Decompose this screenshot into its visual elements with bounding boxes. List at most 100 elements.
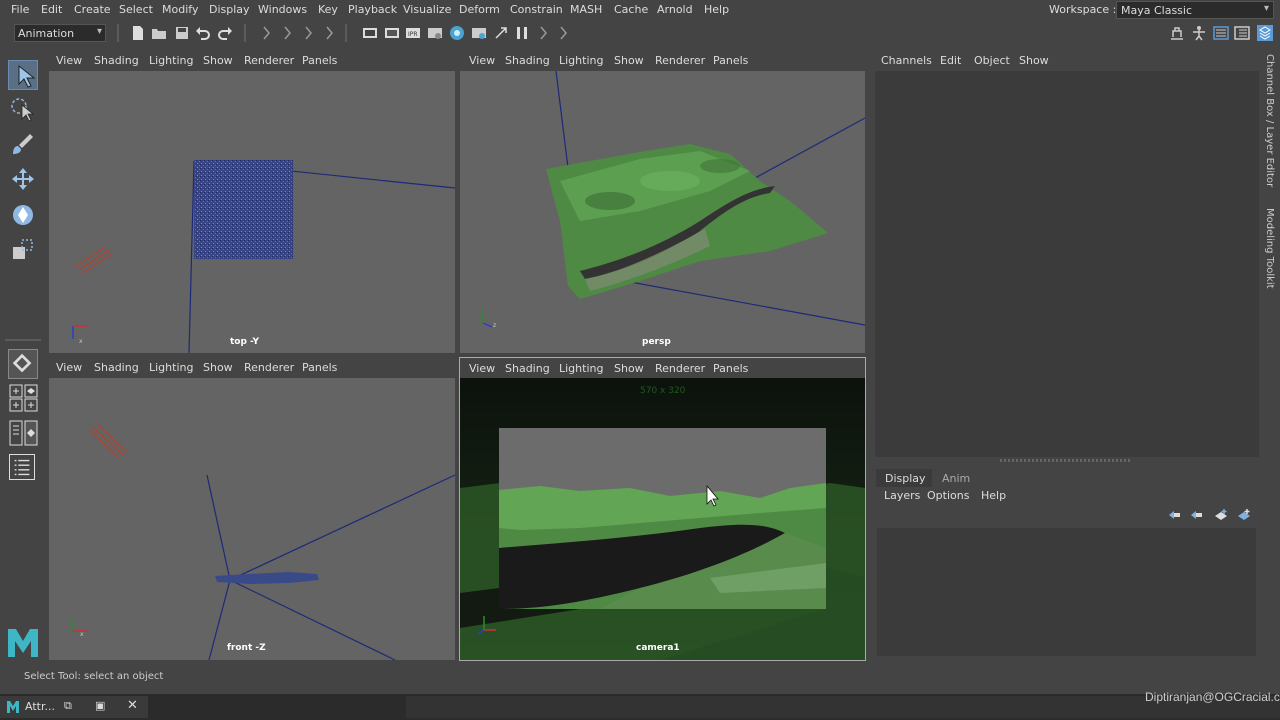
arnold-light-icon[interactable] <box>493 25 509 41</box>
viewport-menu-shading[interactable]: Shading <box>94 54 139 67</box>
menu-display[interactable]: Display <box>209 3 250 16</box>
viewport-front[interactable]: x front -Z <box>49 378 455 660</box>
snap-point-icon[interactable] <box>321 25 337 41</box>
menu-visualize[interactable]: Visualize <box>403 3 451 16</box>
menuset-dropdown[interactable]: Animation ▾ <box>14 24 106 42</box>
viewport-menu-renderer[interactable]: Renderer <box>655 362 705 375</box>
channel-box-menu-show[interactable]: Show <box>1019 54 1049 67</box>
arnold-render-view-icon[interactable] <box>471 25 487 41</box>
close-icon[interactable]: ✕ <box>127 698 138 713</box>
viewport-menu-shading[interactable]: Shading <box>94 361 139 374</box>
viewport-menu-view[interactable]: View <box>469 54 495 67</box>
menu-modify[interactable]: Modify <box>162 3 198 16</box>
menu-select[interactable]: Select <box>119 3 153 16</box>
viewport-menu-panels[interactable]: Panels <box>302 361 337 374</box>
menu-key[interactable]: Key <box>318 3 338 16</box>
viewport-menu-renderer[interactable]: Renderer <box>244 361 294 374</box>
viewport-camera[interactable]: 570 x 320 camera1 <box>460 378 865 660</box>
layer-menu-help[interactable]: Help <box>981 489 1006 502</box>
paint-select-tool[interactable] <box>8 130 38 160</box>
collapse-arrow-icon[interactable] <box>555 25 571 41</box>
menu-windows[interactable]: Windows <box>258 3 307 16</box>
channel-box-menu-edit[interactable]: Edit <box>940 54 961 67</box>
side-tab-channel-box[interactable]: Channel Box / Layer Editor <box>1264 54 1275 187</box>
layer-menu-options[interactable]: Options <box>927 489 969 502</box>
lasso-tool[interactable] <box>8 95 38 125</box>
maximize-icon[interactable]: ▣ <box>95 699 105 712</box>
outliner-layout-button[interactable] <box>9 420 39 446</box>
scale-tool[interactable] <box>8 235 38 265</box>
viewport-menu-lighting[interactable]: Lighting <box>149 361 193 374</box>
workspace-dropdown[interactable]: Maya Classic ▾ <box>1116 1 1274 19</box>
viewport-menu-view[interactable]: View <box>56 54 82 67</box>
hypershade-icon[interactable] <box>449 25 465 41</box>
panel-resize-handle[interactable] <box>1000 459 1130 462</box>
modeling-toolkit-icon[interactable] <box>1169 25 1185 41</box>
viewport-menu-shading[interactable]: Shading <box>505 54 550 67</box>
four-view-layout-button[interactable] <box>9 384 39 412</box>
single-perspective-layout-button[interactable] <box>8 349 38 379</box>
side-tab-modeling-toolkit[interactable]: Modeling Toolkit <box>1264 208 1275 289</box>
viewport-menu-shading[interactable]: Shading <box>505 362 550 375</box>
new-layer-selected-icon[interactable] <box>1237 508 1251 522</box>
viewport-menu-view[interactable]: View <box>469 362 495 375</box>
layer-menu-layers[interactable]: Layers <box>884 489 920 502</box>
new-layer-icon[interactable] <box>1214 508 1228 522</box>
pause-icon[interactable] <box>514 25 530 41</box>
minimized-attribute-editor[interactable]: Attr... ⧉ ▣ ✕ <box>0 696 148 718</box>
viewport-menu-view[interactable]: View <box>56 361 82 374</box>
channel-box-menu-channels[interactable]: Channels <box>881 54 932 67</box>
viewport-menu-lighting[interactable]: Lighting <box>559 54 603 67</box>
channel-box-menu-object[interactable]: Object <box>974 54 1010 67</box>
viewport-menu-panels[interactable]: Panels <box>302 54 337 67</box>
render-settings-icon[interactable] <box>427 25 443 41</box>
viewport-persp[interactable]: z persp <box>460 71 865 353</box>
ipr-render-icon[interactable]: IPR <box>405 25 421 41</box>
character-controls-icon[interactable] <box>1191 25 1207 41</box>
move-layer-up-icon[interactable] <box>1167 508 1181 522</box>
layer-tab-anim[interactable]: Anim <box>942 472 970 485</box>
layer-tab-display[interactable]: Display <box>876 469 932 487</box>
viewport-menu-renderer[interactable]: Renderer <box>655 54 705 67</box>
rotate-tool[interactable] <box>8 200 38 230</box>
snap-grid-icon[interactable] <box>279 25 295 41</box>
redo-icon[interactable] <box>217 25 233 41</box>
render-frame-icon[interactable] <box>362 25 378 41</box>
select-tool[interactable] <box>8 60 38 90</box>
viewport-menu-renderer[interactable]: Renderer <box>244 54 294 67</box>
menu-deform[interactable]: Deform <box>459 3 500 16</box>
undo-icon[interactable] <box>195 25 211 41</box>
viewport-menu-lighting[interactable]: Lighting <box>559 362 603 375</box>
viewport-top[interactable]: x top -Y <box>49 71 455 353</box>
menu-cache[interactable]: Cache <box>614 3 648 16</box>
tool-settings-icon[interactable] <box>1234 25 1250 41</box>
snap-curve-icon[interactable] <box>300 25 316 41</box>
viewport-menu-show[interactable]: Show <box>203 361 233 374</box>
move-layer-down-icon[interactable] <box>1189 508 1203 522</box>
channel-box-icon[interactable] <box>1257 25 1273 41</box>
menu-edit[interactable]: Edit <box>41 3 62 16</box>
viewport-menu-show[interactable]: Show <box>614 54 644 67</box>
attribute-editor-icon[interactable] <box>1213 25 1229 41</box>
viewport-menu-panels[interactable]: Panels <box>713 54 748 67</box>
menu-arnold[interactable]: Arnold <box>657 3 693 16</box>
menu-constrain[interactable]: Constrain <box>510 3 563 16</box>
viewport-menu-show[interactable]: Show <box>203 54 233 67</box>
restore-icon[interactable]: ⧉ <box>64 699 72 713</box>
save-scene-icon[interactable] <box>174 25 190 41</box>
new-scene-icon[interactable] <box>130 25 146 41</box>
selection-mask-icon[interactable] <box>258 25 274 41</box>
move-tool[interactable] <box>8 165 38 195</box>
menu-create[interactable]: Create <box>74 3 111 16</box>
collapse-arrow-icon[interactable] <box>535 25 551 41</box>
outliner-button[interactable] <box>9 454 35 480</box>
menu-mash[interactable]: MASH <box>570 3 602 16</box>
viewport-menu-panels[interactable]: Panels <box>713 362 748 375</box>
render-sequence-icon[interactable] <box>384 25 400 41</box>
viewport-menu-show[interactable]: Show <box>614 362 644 375</box>
menu-playback[interactable]: Playback <box>348 3 397 16</box>
menu-help[interactable]: Help <box>704 3 729 16</box>
open-scene-icon[interactable] <box>151 25 167 41</box>
viewport-menu-lighting[interactable]: Lighting <box>149 54 193 67</box>
menu-file[interactable]: File <box>11 3 29 16</box>
